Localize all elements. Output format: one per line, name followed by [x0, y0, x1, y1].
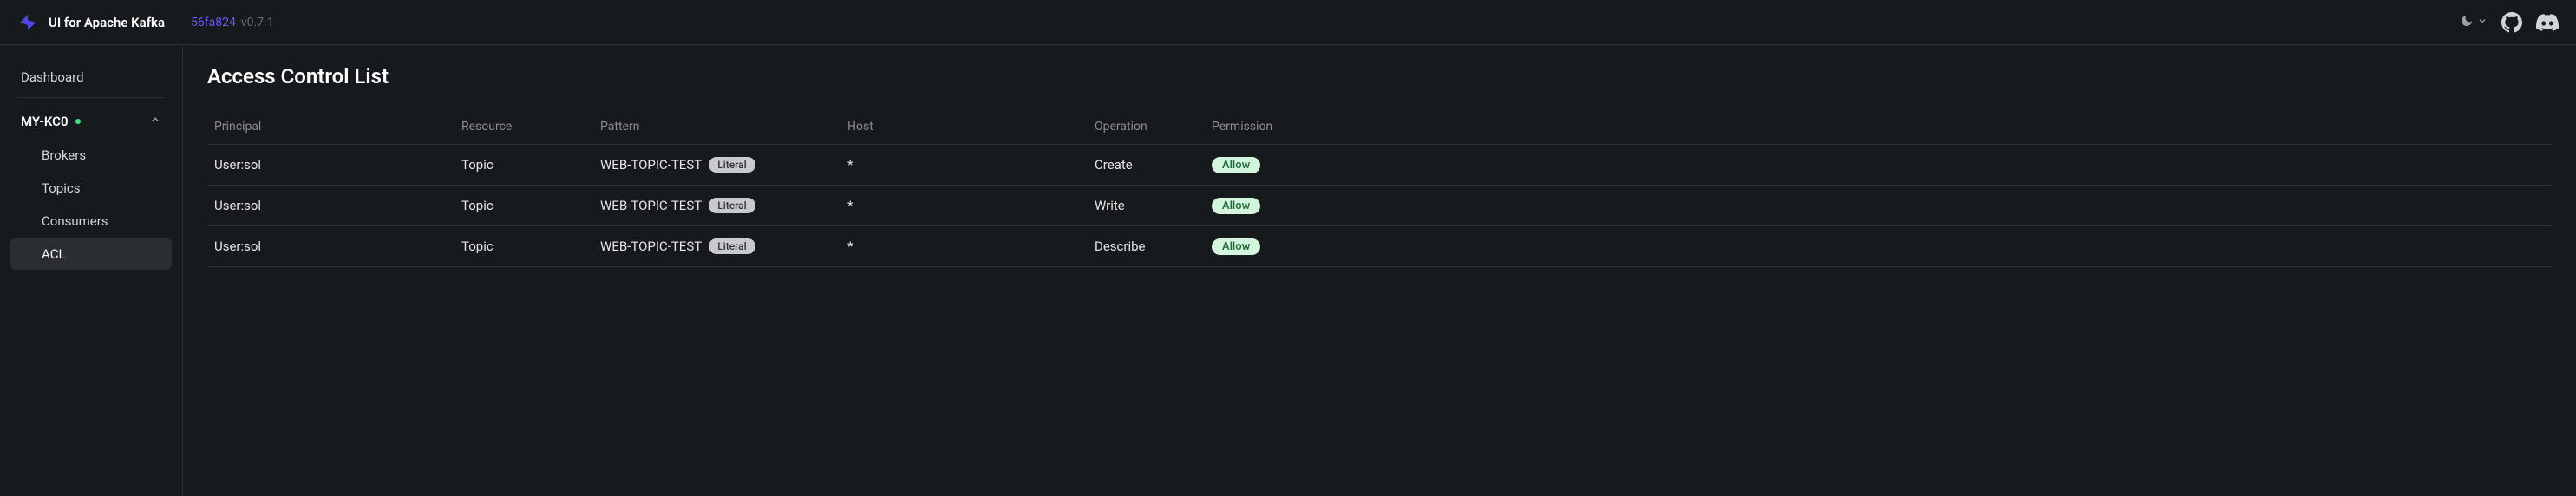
cell-pattern: WEB-TOPIC-TEST Literal: [593, 226, 840, 267]
cell-host: *: [840, 226, 1088, 267]
cell-resource: Topic: [454, 186, 593, 226]
main-content: Access Control List Principal Resource P…: [183, 45, 2576, 496]
cluster-name: MY-KC0: [21, 114, 69, 129]
col-header-resource[interactable]: Resource: [454, 109, 593, 145]
cell-permission: Allow: [1205, 145, 2552, 186]
cell-permission: Allow: [1205, 186, 2552, 226]
cell-operation: Create: [1088, 145, 1205, 186]
table-header-row: Principal Resource Pattern Host Operatio…: [207, 109, 2552, 145]
cluster-header[interactable]: MY-KC0: [0, 105, 182, 138]
sidebar-item-brokers[interactable]: Brokers: [10, 140, 172, 171]
logo-container: UI for Apache Kafka: [17, 12, 165, 33]
moon-icon: [2460, 14, 2474, 31]
sidebar-item-label: Consumers: [42, 213, 108, 229]
table-row[interactable]: User:solTopic WEB-TOPIC-TEST Literal *Descr…: [207, 226, 2552, 267]
sidebar-item-acl[interactable]: ACL: [10, 238, 172, 270]
cluster-name-wrap: MY-KC0: [21, 114, 81, 129]
sidebar-item-label: Brokers: [42, 147, 86, 163]
permission-badge: Allow: [1212, 238, 1260, 255]
cell-principal: User:sol: [207, 186, 454, 226]
discord-icon[interactable]: [2536, 11, 2559, 34]
kafka-logo-icon: [17, 12, 38, 33]
sidebar-item-label: Topics: [42, 180, 80, 196]
pattern-name: WEB-TOPIC-TEST: [600, 198, 702, 213]
table-row[interactable]: User:solTopic WEB-TOPIC-TEST Literal *Write…: [207, 186, 2552, 226]
pattern-type-badge: Literal: [709, 198, 755, 213]
permission-badge: Allow: [1212, 157, 1260, 173]
version-number: v0.7.1: [241, 16, 274, 29]
page-title: Access Control List: [207, 64, 2552, 88]
layout: Dashboard MY-KC0 Brokers Topics Consumer…: [0, 45, 2576, 496]
pattern-name: WEB-TOPIC-TEST: [600, 157, 702, 173]
cell-host: *: [840, 145, 1088, 186]
permission-badge: Allow: [1212, 198, 1260, 214]
sidebar-item-dashboard[interactable]: Dashboard: [17, 61, 165, 98]
theme-toggle[interactable]: [2460, 14, 2488, 31]
app-title: UI for Apache Kafka: [49, 15, 165, 30]
acl-table: Principal Resource Pattern Host Operatio…: [207, 109, 2552, 267]
sidebar: Dashboard MY-KC0 Brokers Topics Consumer…: [0, 45, 183, 496]
status-dot-icon: [75, 119, 81, 124]
col-header-permission[interactable]: Permission: [1205, 109, 2552, 145]
header-right: [2460, 11, 2559, 34]
commit-hash-link[interactable]: 56fa824: [191, 16, 236, 29]
cell-resource: Topic: [454, 226, 593, 267]
col-header-principal[interactable]: Principal: [207, 109, 454, 145]
cell-resource: Topic: [454, 145, 593, 186]
pattern-name: WEB-TOPIC-TEST: [600, 238, 702, 254]
sidebar-item-label: Dashboard: [21, 69, 84, 85]
app-header: UI for Apache Kafka 56fa824 v0.7.1: [0, 0, 2576, 45]
cell-principal: User:sol: [207, 145, 454, 186]
version-container: 56fa824 v0.7.1: [191, 16, 274, 29]
github-icon[interactable]: [2501, 12, 2522, 33]
chevron-down-icon: [2477, 16, 2488, 29]
sidebar-item-label: ACL: [42, 246, 66, 262]
table-row[interactable]: User:solTopic WEB-TOPIC-TEST Literal *Creat…: [207, 145, 2552, 186]
col-header-host[interactable]: Host: [840, 109, 1088, 145]
sidebar-item-consumers[interactable]: Consumers: [10, 206, 172, 237]
pattern-type-badge: Literal: [709, 238, 755, 254]
pattern-type-badge: Literal: [709, 157, 755, 173]
cell-principal: User:sol: [207, 226, 454, 267]
col-header-operation[interactable]: Operation: [1088, 109, 1205, 145]
cell-host: *: [840, 186, 1088, 226]
sidebar-item-topics[interactable]: Topics: [10, 173, 172, 204]
cell-pattern: WEB-TOPIC-TEST Literal: [593, 145, 840, 186]
cell-operation: Write: [1088, 186, 1205, 226]
cell-operation: Describe: [1088, 226, 1205, 267]
cell-pattern: WEB-TOPIC-TEST Literal: [593, 186, 840, 226]
col-header-pattern[interactable]: Pattern: [593, 109, 840, 145]
cell-permission: Allow: [1205, 226, 2552, 267]
chevron-up-icon: [149, 114, 161, 129]
